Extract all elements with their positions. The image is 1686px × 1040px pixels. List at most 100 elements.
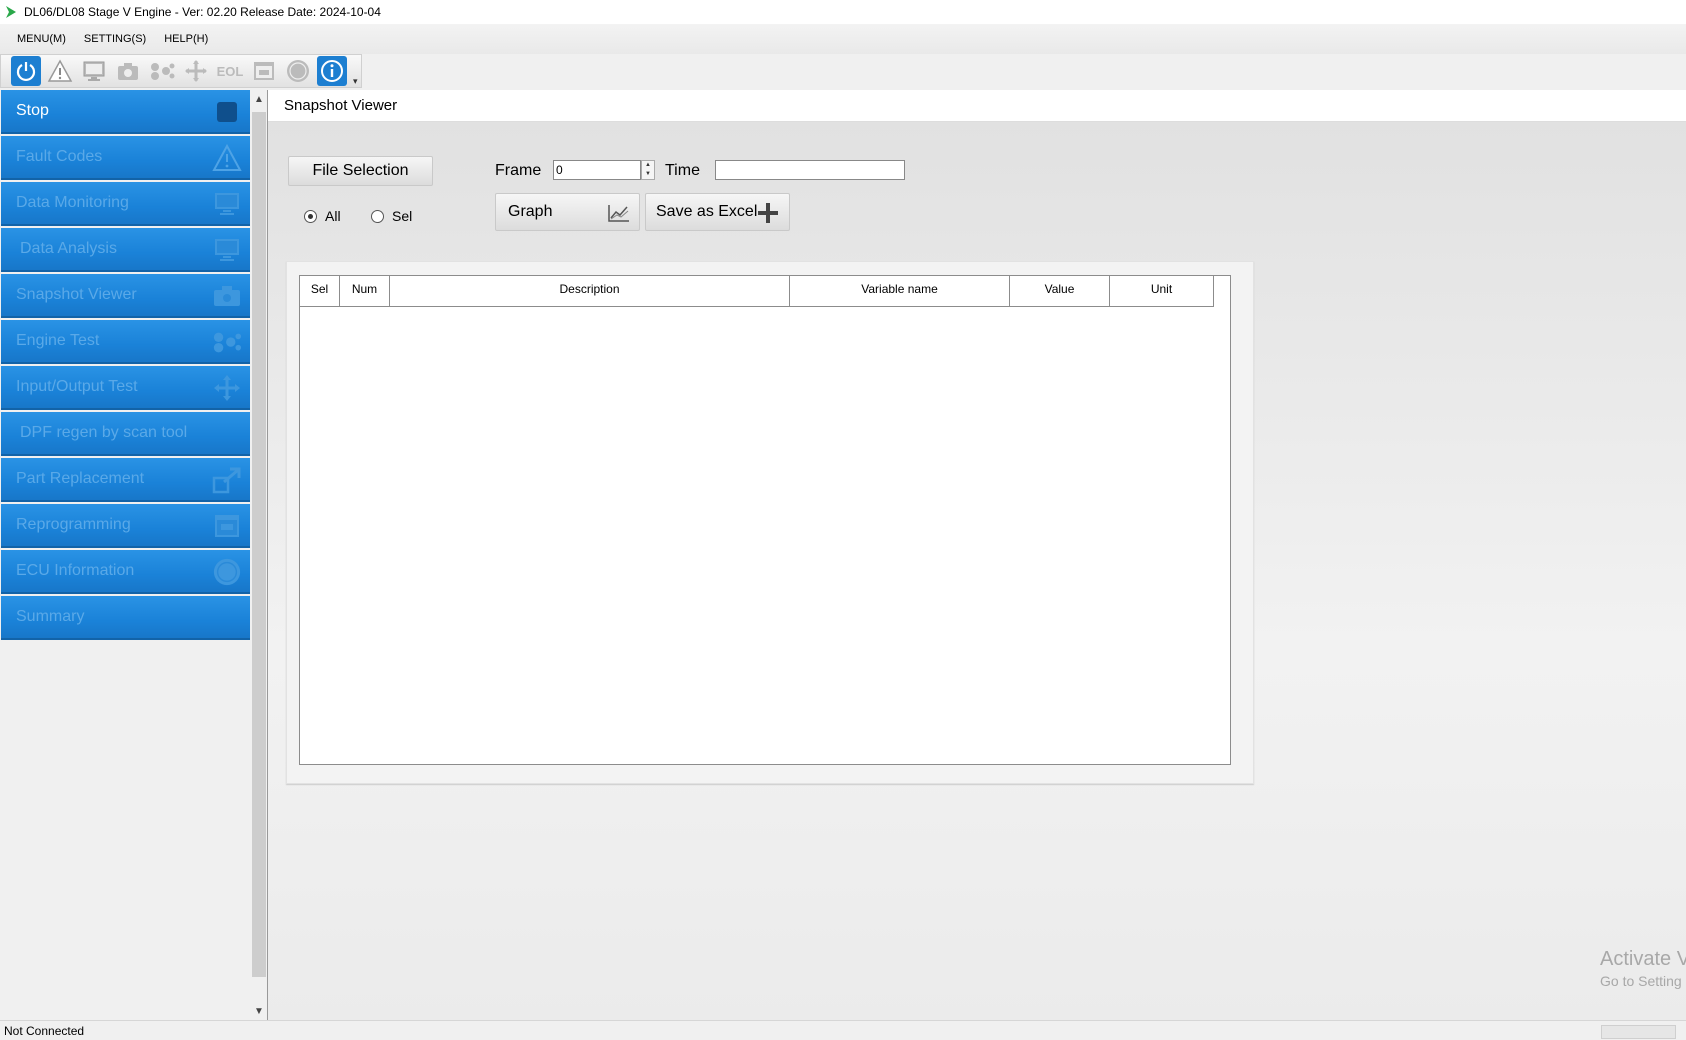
sidebar-item-data-analysis[interactable]: Data Analysis [1,228,250,272]
menu-item-setting[interactable]: SETTING(S) [75,33,155,45]
sidebar-item-input-output-test[interactable]: Input/Output Test [1,366,250,410]
sidebar-item-dpf-regen[interactable]: DPF regen by scan tool [1,412,250,456]
sidebar-item-label: Snapshot Viewer [16,286,137,303]
camera-icon [212,281,242,311]
scroll-down-icon[interactable]: ▼ [251,1004,267,1020]
radio-sel[interactable]: Sel [371,208,412,224]
window-title: DL06/DL08 Stage V Engine - Ver: 02.20 Re… [24,5,381,19]
save-as-excel-button[interactable]: Save as Excel [645,193,790,231]
toolbar-data-monitoring-button[interactable] [79,56,109,86]
io-test-icon [212,373,242,403]
scroll-up-icon[interactable]: ▲ [251,92,267,108]
toolbar-io-test-button[interactable] [181,56,211,86]
sidebar-item-label: Reprogramming [16,516,131,533]
sidebar-item-part-replacement[interactable]: Part Replacement [1,458,250,502]
radio-circle[interactable] [371,209,384,223]
sidebar-item-label: Engine Test [16,332,100,349]
reprogramming-icon [254,62,274,80]
file-selection-button[interactable]: File Selection [288,156,433,186]
info-icon [321,60,343,82]
chevron-down-icon[interactable]: ▼ [642,170,654,179]
sidebar-item-label: Summary [16,608,85,625]
title-bar: DL06/DL08 Stage V Engine - Ver: 02.20 Re… [0,0,1686,24]
warning-icon [212,143,242,173]
frame-label: Frame [495,162,542,179]
sidebar-item-data-monitoring[interactable]: Data Monitoring [1,182,250,226]
status-progress-bar [1601,1025,1676,1039]
radio-all[interactable]: All [304,208,341,224]
monitor-icon [212,235,242,265]
column-header-num[interactable]: Num [340,276,390,307]
plus-icon [758,203,778,223]
save-as-excel-label: Save as Excel [656,203,758,220]
toolbar-overflow-icon[interactable]: ▾ [353,76,358,87]
io-test-icon [185,60,207,82]
monitor-icon [83,61,105,81]
warning-icon [47,59,73,82]
sidebar-item-reprogramming[interactable]: Reprogramming [1,504,250,548]
sidebar-item-summary[interactable]: Summary [1,596,250,640]
sidebar-item-label: Stop [16,102,49,119]
toolbar-snapshot-button[interactable] [113,56,143,86]
snapshot-table[interactable]: Sel Num Description Variable name Value … [299,275,1231,765]
engine-test-icon [151,63,175,80]
scrollbar-thumb[interactable] [252,112,266,977]
main-panel: Snapshot Viewer File Selection Frame ▲ ▼… [267,90,1686,1020]
frame-stepper[interactable]: ▲ ▼ [641,160,655,180]
radio-circle[interactable] [304,209,317,223]
connection-status: Not Connected [4,1023,85,1038]
toolbar-ecu-button[interactable] [283,56,313,86]
part-replacement-icon [212,465,242,495]
chevron-up-icon[interactable]: ▲ [642,161,654,170]
sidebar-item-label: DPF regen by scan tool [20,424,188,441]
toolbar-reprogramming-button[interactable] [249,56,279,86]
toolbar-fault-codes-button[interactable] [45,56,75,86]
status-bar: Not Connected [0,1020,1686,1040]
toolbar-engine-test-button[interactable] [147,56,177,86]
file-selection-label: File Selection [312,162,409,179]
toolbar-eol-button[interactable]: EOL [215,56,245,86]
camera-icon [118,63,138,80]
sidebar-item-stop[interactable]: Stop [1,90,250,134]
power-icon [16,62,36,82]
time-label: Time [665,162,700,179]
engine-test-icon [212,327,242,357]
toolbar: EOL ▾ [0,54,362,88]
menu-item-menu[interactable]: MENU(M) [8,33,75,45]
ecu-icon [212,557,242,587]
sidebar-item-label: Data Analysis [20,240,117,257]
radio-sel-label: Sel [392,208,413,224]
time-input[interactable] [715,160,905,180]
toolbar-power-button[interactable] [11,56,41,86]
eol-icon: EOL [216,63,244,79]
sidebar-item-engine-test[interactable]: Engine Test [1,320,250,364]
watermark-line-2: Go to Setting [1600,973,1682,989]
table-container: Sel Num Description Variable name Value … [286,261,1254,784]
sidebar-item-ecu-information[interactable]: ECU Information [1,550,250,594]
panel-title: Snapshot Viewer [268,90,1686,122]
radio-all-label: All [325,208,341,224]
frame-input[interactable] [553,160,641,180]
sidebar: Stop Fault Codes Data Monitoring Data An… [0,90,250,1020]
stop-icon [212,97,242,127]
sidebar-item-label: Input/Output Test [16,378,138,395]
table-header: Sel Num Description Variable name Value … [300,276,1230,307]
watermark-line-1: Activate V [1600,948,1686,970]
column-header-description[interactable]: Description [390,276,790,307]
column-header-value[interactable]: Value [1010,276,1110,307]
graph-button[interactable]: Graph [495,193,640,231]
app-logo-icon [6,6,16,18]
column-header-variable-name[interactable]: Variable name [790,276,1010,307]
column-header-sel[interactable]: Sel [300,276,340,307]
ecu-icon [287,60,309,82]
column-header-unit[interactable]: Unit [1110,276,1214,307]
sidebar-item-label: Part Replacement [16,470,145,487]
sidebar-item-fault-codes[interactable]: Fault Codes [1,136,250,180]
sidebar-scrollbar[interactable]: ▲ ▼ [251,92,267,1020]
toolbar-info-button[interactable] [317,56,347,86]
sidebar-item-snapshot-viewer[interactable]: Snapshot Viewer [1,274,250,318]
menu-item-help[interactable]: HELP(H) [155,33,217,45]
sidebar-item-label: ECU Information [16,562,135,579]
graph-label: Graph [508,203,553,220]
line-chart-icon [608,205,629,222]
